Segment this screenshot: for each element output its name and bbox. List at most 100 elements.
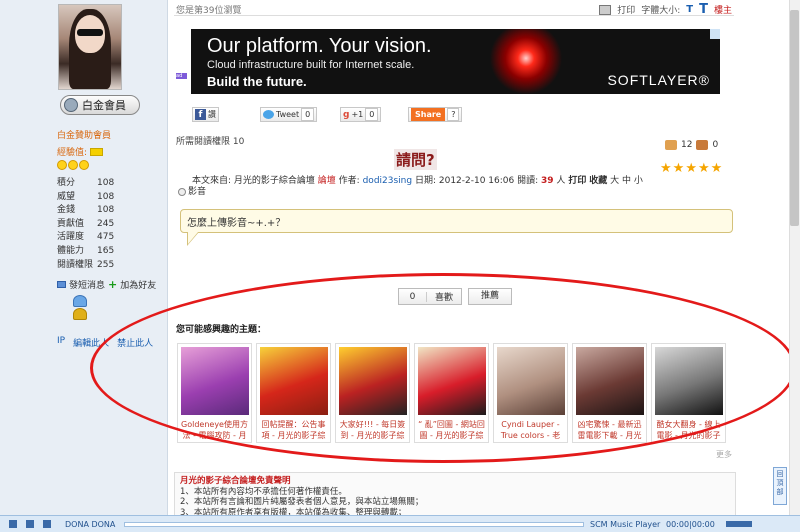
share-label: Share <box>411 108 446 121</box>
meta-category[interactable]: 影音 <box>188 187 206 197</box>
related-thumbnail[interactable] <box>655 347 723 415</box>
member-badge: 白金會員 <box>60 95 140 115</box>
star-rating: ★ ★ ★ ★ ★ <box>660 162 722 175</box>
stat-key: 威望 <box>57 191 76 202</box>
smiley-icon <box>68 160 78 170</box>
divider <box>174 15 734 16</box>
profile-actions: 發短消息 + 加為好友 <box>57 278 156 291</box>
medal-icon <box>73 295 87 307</box>
related-item[interactable]: Goldeneye使用方法 - 電腦攻防 - 月 <box>177 343 252 443</box>
related-title: 您可能感興趣的主題： <box>176 325 267 335</box>
stat-key: 貢獻值 <box>57 218 85 229</box>
prev-icon[interactable] <box>43 520 51 528</box>
ban-user-link[interactable]: 禁止此人 <box>117 336 153 349</box>
facebook-like-button[interactable]: f 讚 <box>192 107 219 122</box>
stat-value: 165 <box>97 245 115 256</box>
related-caption[interactable]: Goldeneye使用方法 - 電腦攻防 - 月 <box>181 419 248 441</box>
related-caption[interactable]: Cyndi Lauper - True colors - 老式 <box>497 419 564 441</box>
player-seekbar[interactable] <box>124 521 584 527</box>
thumbs-up-icon[interactable] <box>665 140 677 150</box>
meta-font-sizes[interactable]: 大 中 小 <box>610 176 643 186</box>
player-time: 00:00|00:00 <box>666 519 715 529</box>
next-icon[interactable] <box>26 520 34 528</box>
play-icon[interactable] <box>9 520 17 528</box>
meta-author-link[interactable]: dodi23sing <box>363 176 413 186</box>
related-caption[interactable]: 凶宅驚悚 - 最新迅雷電影下載 - 月光 <box>576 419 643 441</box>
related-thumbnail[interactable] <box>418 347 486 415</box>
facebook-like-label: 讚 <box>208 110 216 119</box>
share-count: ? <box>447 108 460 121</box>
related-thumbnail[interactable] <box>497 347 565 415</box>
gplus-icon: g <box>343 109 350 120</box>
share-button[interactable]: Share ? <box>408 107 463 122</box>
ad-brand: SOFTLAYER® <box>607 72 710 88</box>
ip-link[interactable]: IP <box>57 336 65 349</box>
star-icon: ★ <box>672 161 685 176</box>
meta-print-link[interactable]: 打印 <box>568 176 586 186</box>
send-message-link[interactable]: 發短消息 <box>69 278 105 291</box>
stat-key: 閱讀權限 <box>57 259 94 270</box>
disclaimer-title: 月光的影子綜合論壇免責聲明 <box>180 476 291 486</box>
back-to-top-button[interactable]: 回頂部 <box>773 467 787 505</box>
tweet-button[interactable]: Tweet 0 <box>260 107 318 122</box>
thumbs-down-count: 0 <box>712 140 719 150</box>
stat-value: 475 <box>97 232 115 243</box>
ad-banner[interactable]: Our platform. Your vision. Cloud infrast… <box>191 29 720 94</box>
meta-reads: 39 <box>541 176 554 186</box>
thumbs-down-icon[interactable] <box>696 140 709 150</box>
stat-value: 255 <box>97 259 115 270</box>
related-thumbnail[interactable] <box>576 347 644 415</box>
stat-row: 活躍度 475 <box>57 231 114 245</box>
admin-links: IP 編輯此人 禁止此人 <box>57 336 153 349</box>
star-icon: ★ <box>697 161 710 176</box>
like-button[interactable]: 0 喜歡 <box>398 288 462 305</box>
disclaimer-line: 2、本站所有言論和圖片純屬發表者個人意見，與本站立場無關； <box>180 497 424 507</box>
stat-key: 體能力 <box>57 245 85 256</box>
ad-tag: ad <box>176 73 187 79</box>
meta-board-link[interactable]: 論壇 <box>318 176 336 186</box>
ad-bulb-image <box>489 29 563 94</box>
recommend-button[interactable]: 推薦 <box>468 288 512 305</box>
member-role: 白金贊助會員 <box>57 131 112 141</box>
stat-row: 體能力 165 <box>57 245 114 259</box>
post-content: 怎麼上傳影音~+.+？ <box>187 218 286 229</box>
envelope-icon <box>57 281 66 288</box>
add-friend-link[interactable]: 加為好友 <box>120 278 156 291</box>
meta-collect-link[interactable]: 收藏 <box>589 176 607 186</box>
page-scrollbar[interactable] <box>789 0 800 515</box>
related-caption[interactable]: 大家好!!! - 每日簽到 - 月光的影子綜 <box>339 419 406 441</box>
font-small-button[interactable]: T <box>686 4 693 15</box>
gplus-button[interactable]: g +1 0 <box>340 107 382 122</box>
related-item[interactable]: 凶宅驚悚 - 最新迅雷電影下載 - 月光 <box>572 343 647 443</box>
related-thumbnail[interactable] <box>181 347 249 415</box>
related-caption[interactable]: 酷女大翻身 - 線上電影 - 月光的影子 <box>655 419 722 441</box>
avatar[interactable] <box>58 4 122 90</box>
ad-subline: Cloud infrastructure built for Internet … <box>207 59 415 71</box>
related-item[interactable]: “ 亂”回圖 - 網站回圖 - 月光的影子綜 <box>414 343 489 443</box>
experience-bar <box>90 147 104 156</box>
share-bar: f 讚 Tweet 0 g +1 0 Share ? <box>192 107 492 123</box>
related-more-link[interactable]: 更多 <box>716 449 732 460</box>
related-caption[interactable]: 回帖提醒：公告事項 - 月光的影子綜 <box>260 419 327 441</box>
stat-value: 108 <box>97 205 115 216</box>
related-item[interactable]: 回帖提醒：公告事項 - 月光的影子綜 <box>256 343 331 443</box>
star-icon: ★ <box>710 161 723 176</box>
edit-user-link[interactable]: 編輯此人 <box>73 336 109 349</box>
ad-info-icon[interactable] <box>710 29 720 39</box>
post-content-bubble: 怎麼上傳影音~+.+？ <box>180 209 733 233</box>
related-item[interactable]: 大家好!!! - 每日簽到 - 月光的影子綜 <box>335 343 410 443</box>
player-track-title: DONA DONA <box>65 519 116 529</box>
related-caption[interactable]: “ 亂”回圖 - 網站回圖 - 月光的影子綜 <box>418 419 485 441</box>
like-label: 喜歡 <box>434 293 453 303</box>
related-item[interactable]: 酷女大翻身 - 線上電影 - 月光的影子 <box>651 343 726 443</box>
scrollbar-thumb[interactable] <box>790 10 799 226</box>
like-count: 0 <box>399 291 427 302</box>
thumbs-up-count: 12 <box>681 140 693 150</box>
meta-reads-unit: 人 <box>556 176 566 186</box>
bubble-tail-inner <box>188 232 198 244</box>
meta-date: 日期: 2012-2-10 16:06 閱讀: <box>414 176 539 186</box>
player-volume[interactable] <box>726 521 752 527</box>
related-thumbnail[interactable] <box>260 347 328 415</box>
related-thumbnail[interactable] <box>339 347 407 415</box>
related-item[interactable]: Cyndi Lauper - True colors - 老式 <box>493 343 568 443</box>
